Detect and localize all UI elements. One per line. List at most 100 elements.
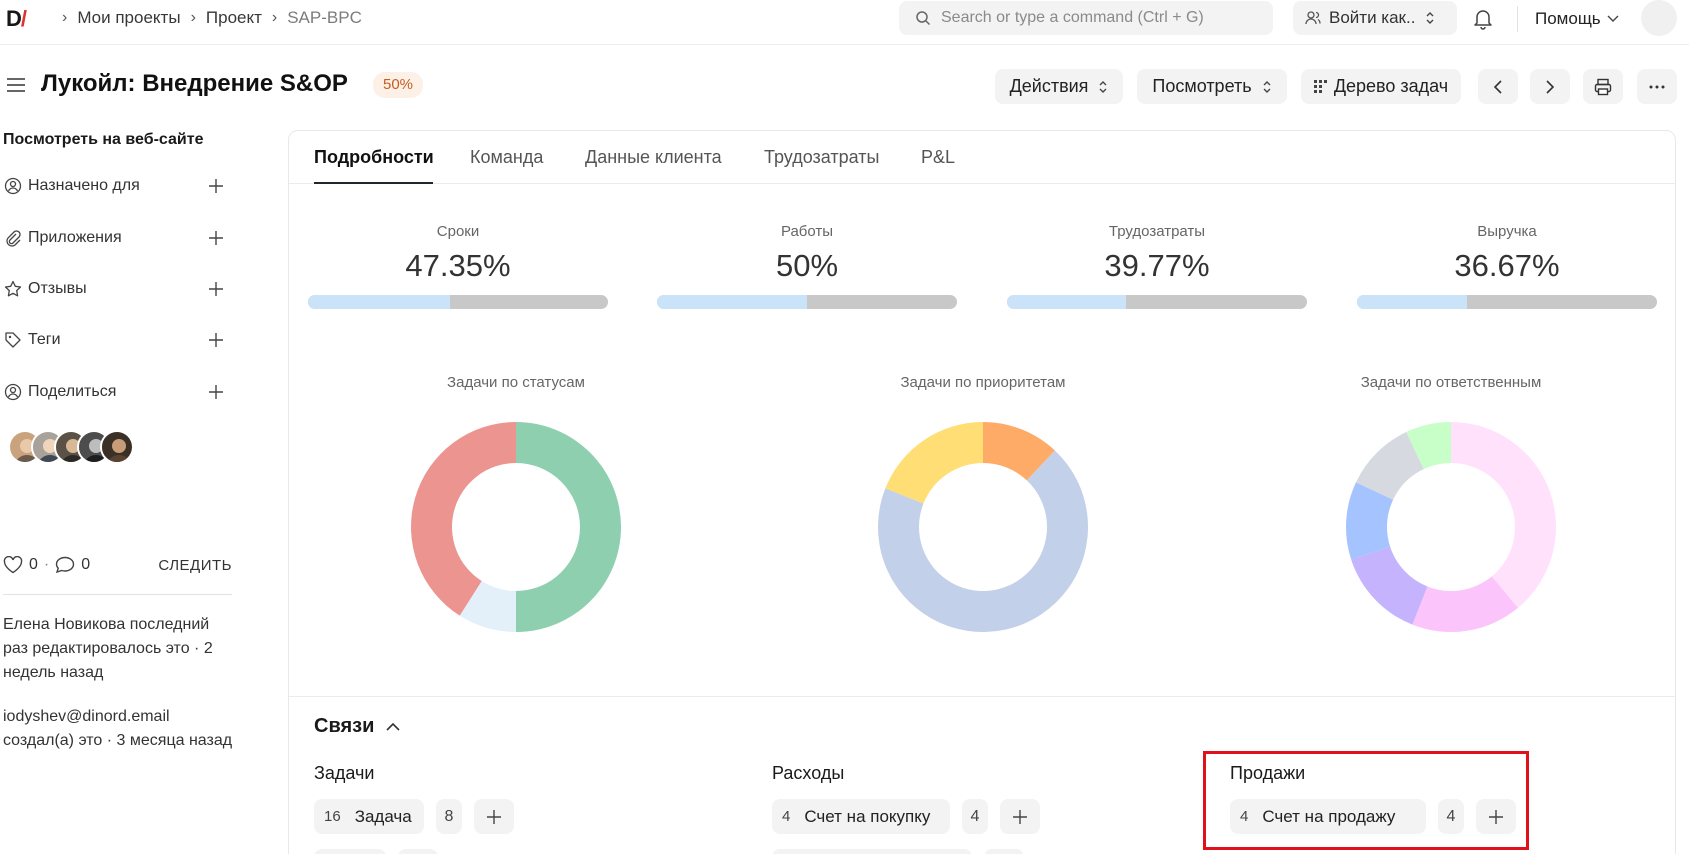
tab-details[interactable]: Подробности	[314, 147, 434, 168]
plus-icon[interactable]	[204, 226, 228, 250]
breadcrumb: › Мои проекты › Проект › SAP-BPC	[52, 8, 362, 28]
active-tab-indicator	[314, 182, 433, 184]
comment-icon[interactable]	[55, 556, 75, 574]
tag-icon	[3, 330, 23, 350]
sidebar-item-assigned[interactable]: Назначено для	[3, 174, 228, 198]
progress-bar	[657, 295, 957, 309]
sidebar-item-tags[interactable]: Теги	[3, 328, 228, 352]
sidebar-item-label: Отзывы	[28, 280, 87, 297]
donut-slice[interactable]	[1351, 546, 1428, 625]
sidebar-item-label: Приложения	[28, 229, 122, 246]
linked-tasks-button[interactable]: 16 Задача	[314, 799, 424, 834]
view-button[interactable]: Посмотреть	[1137, 69, 1287, 104]
bell-icon[interactable]	[1473, 8, 1493, 30]
navbar-divider	[1517, 6, 1518, 32]
progress-fill	[1357, 295, 1467, 309]
group-title-expenses: Расходы	[772, 763, 845, 783]
view-on-website-link[interactable]: Посмотреть на веб-сайте	[3, 131, 203, 149]
sidebar-item-share[interactable]: Поделиться	[3, 380, 228, 404]
search-input[interactable]: Search or type a command (Ctrl + G)	[899, 1, 1273, 35]
link-secondary-count[interactable]: 8	[436, 799, 462, 834]
progress-bar	[308, 295, 608, 309]
menu-icon[interactable]	[6, 77, 26, 93]
tab-client-data[interactable]: Данные клиента	[585, 147, 722, 168]
app-logo[interactable]: D/	[6, 6, 27, 32]
tab-team[interactable]: Команда	[470, 147, 543, 168]
next-button[interactable]	[1530, 69, 1570, 104]
donut-slice[interactable]	[1451, 422, 1556, 608]
actions-label: Действия	[1009, 76, 1089, 96]
ellipsis-icon	[1649, 85, 1665, 88]
chevron-up-icon	[386, 722, 400, 731]
link-pill-partial[interactable]	[314, 849, 386, 854]
link-pill-partial[interactable]	[984, 849, 1024, 854]
chevron-right-icon: ›	[271, 9, 278, 26]
separator-dot: ·	[43, 556, 50, 573]
add-task-link-button[interactable]	[474, 799, 514, 834]
sidebar-item-attachments[interactable]: Приложения	[3, 226, 228, 250]
login-as-button[interactable]: Войти как..	[1293, 1, 1457, 35]
breadcrumb-project[interactable]: Проект	[206, 8, 262, 28]
engagement-row: 0 · 0 СЛЕДИТЬ	[3, 556, 232, 574]
heart-icon[interactable]	[3, 556, 23, 574]
follow-button[interactable]: СЛЕДИТЬ	[158, 557, 232, 574]
tab-labor-costs[interactable]: Трудозатраты	[764, 147, 879, 168]
connections-section-toggle[interactable]: Связи	[314, 715, 400, 738]
user-assign-icon	[3, 176, 23, 196]
plus-icon[interactable]	[204, 380, 228, 404]
chart-title-status: Задачи по статусам	[447, 374, 585, 391]
chevron-down-icon	[1607, 15, 1619, 22]
chevron-left-icon	[1493, 79, 1502, 94]
sidebar-item-label: Теги	[28, 331, 61, 348]
avatar[interactable]	[100, 430, 134, 464]
view-label: Посмотреть	[1152, 76, 1252, 96]
printer-icon	[1594, 78, 1612, 95]
donut-slice[interactable]	[885, 422, 983, 504]
updown-chevron-icon	[1099, 80, 1107, 93]
donut-slice[interactable]	[516, 422, 621, 632]
progress-fill	[1007, 295, 1127, 309]
updown-chevron-icon	[1263, 80, 1271, 93]
metric-label: Выручка	[1477, 223, 1537, 240]
linked-purchase-invoices-button[interactable]: 4 Счет на покупку	[772, 799, 950, 834]
print-button[interactable]	[1583, 69, 1623, 104]
link-count: 4	[782, 808, 791, 825]
actions-button[interactable]: Действия	[995, 69, 1123, 104]
task-tree-button[interactable]: Дерево задач	[1301, 69, 1461, 104]
add-purchase-invoice-button[interactable]	[1000, 799, 1040, 834]
help-label: Помощь	[1535, 9, 1601, 28]
highlight-box	[1203, 751, 1529, 850]
chevron-right-icon	[1546, 79, 1555, 94]
link-pill-partial[interactable]	[398, 849, 438, 854]
plus-icon[interactable]	[204, 328, 228, 352]
activity-last-edited: Елена Новикова последний раз редактирова…	[3, 616, 213, 681]
plus-icon[interactable]	[204, 277, 228, 301]
donut-chart-priority	[878, 422, 1088, 632]
donut-chart-assignees	[1346, 422, 1556, 632]
link-pill-partial[interactable]	[772, 849, 972, 854]
plus-icon[interactable]	[204, 174, 228, 198]
breadcrumb-my-projects[interactable]: Мои проекты	[77, 8, 180, 28]
updown-chevron-icon	[1426, 12, 1434, 24]
metric-label: Трудозатраты	[1108, 223, 1206, 240]
chart-title-priority: Задачи по приоритетам	[900, 374, 1066, 391]
link-secondary-count[interactable]: 4	[962, 799, 988, 834]
sidebar-item-label: Назначено для	[28, 177, 140, 194]
donut-chart-status	[411, 422, 621, 632]
sidebar-divider	[3, 594, 232, 595]
user-avatar[interactable]	[1641, 0, 1677, 36]
progress-badge: 50%	[373, 72, 424, 98]
help-menu-button[interactable]: Помощь	[1535, 9, 1619, 29]
breadcrumb-current[interactable]: SAP-BPC	[287, 8, 362, 28]
metric-deadlines: Сроки 47.35%	[308, 223, 608, 309]
prev-button[interactable]	[1478, 69, 1518, 104]
task-tree-label: Дерево задач	[1333, 76, 1449, 96]
tab-pnl[interactable]: P&L	[921, 147, 955, 168]
connections-title: Связи	[314, 715, 375, 737]
donut-slice[interactable]	[411, 422, 516, 616]
sidebar-item-reviews[interactable]: Отзывы	[3, 277, 228, 301]
more-button[interactable]	[1637, 69, 1677, 104]
star-icon	[3, 279, 23, 299]
metric-value: 36.67%	[1454, 248, 1560, 283]
link-label: Задача	[354, 806, 412, 826]
